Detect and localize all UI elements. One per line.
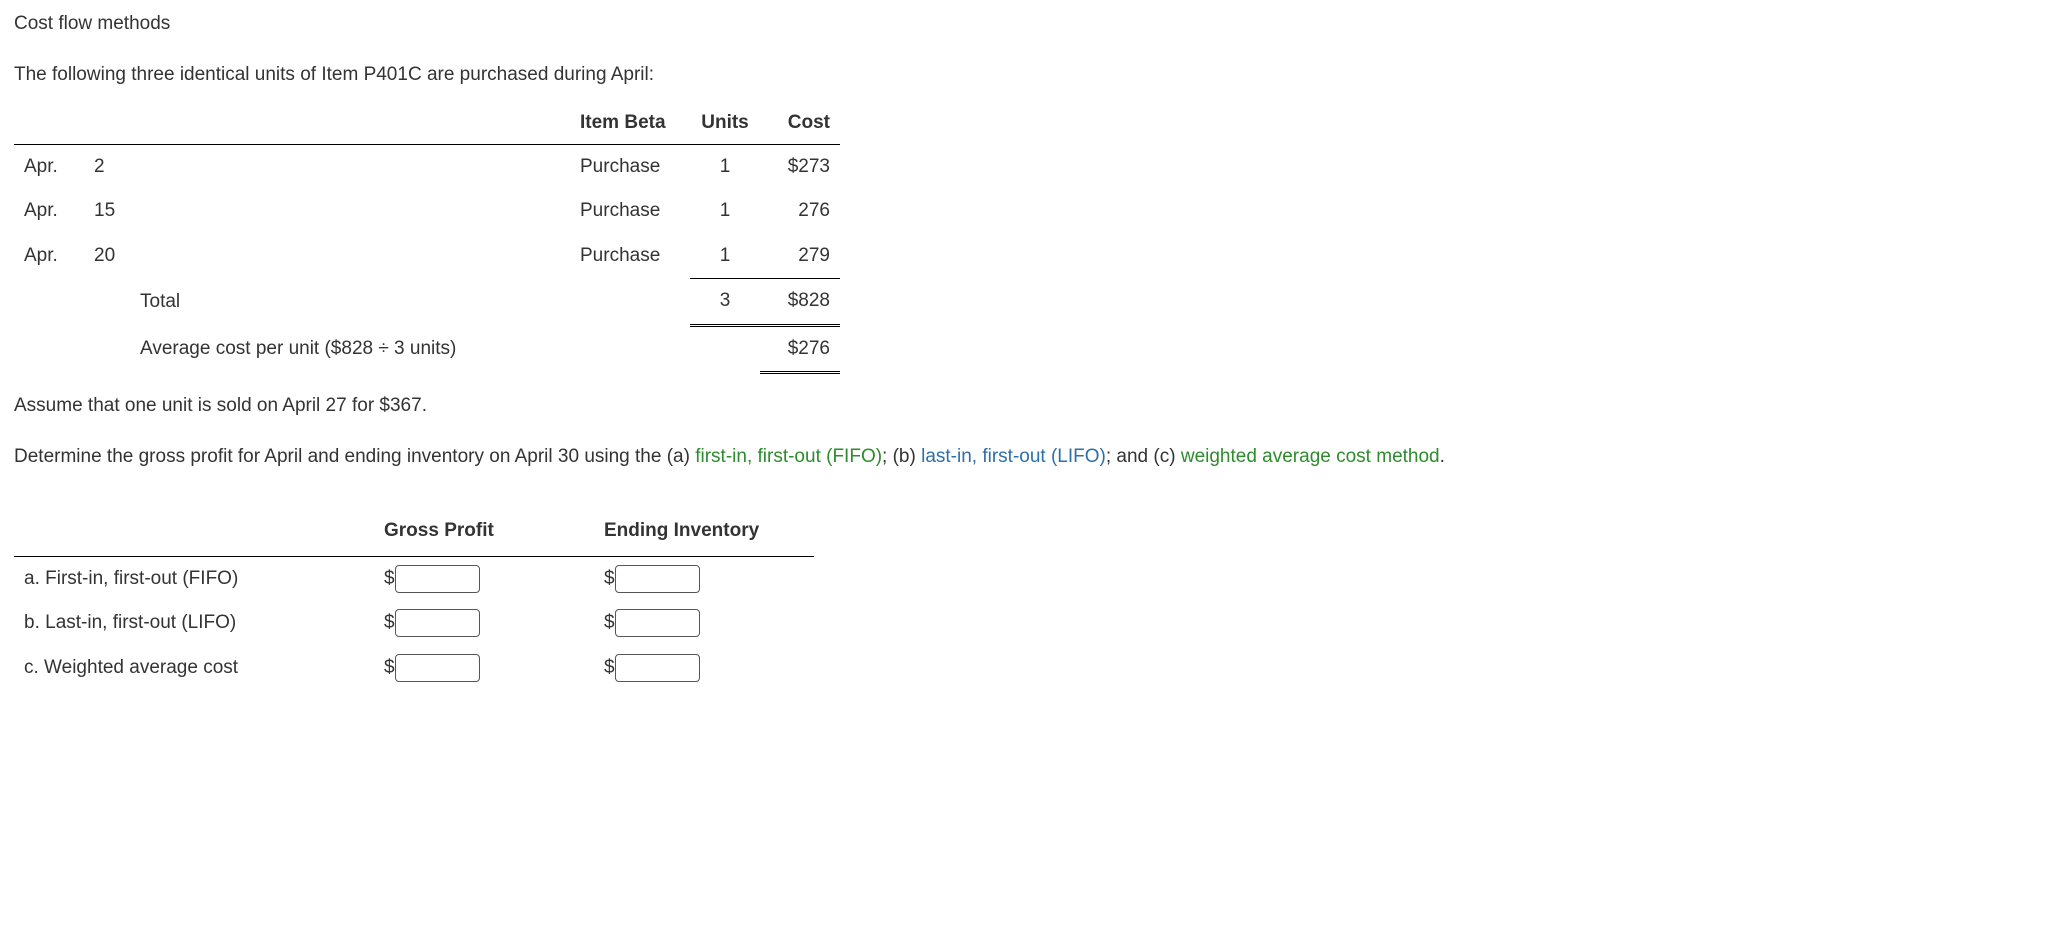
wavg-ending-inventory-field: $	[604, 654, 700, 683]
day-cell: 2	[84, 144, 570, 189]
header-ending-inventory: Ending Inventory	[594, 511, 814, 556]
table-row: Apr. 15 Purchase 1 276	[14, 189, 840, 234]
answer-row-lifo: b. Last-in, first-out (LIFO) $ $	[14, 601, 814, 646]
purchase-table: Item Beta Units Cost Apr. 2 Purchase 1 $…	[14, 103, 840, 374]
average-row: Average cost per unit ($828 ÷ 3 units) $…	[14, 325, 840, 373]
wavg-link[interactable]: weighted average cost method	[1181, 446, 1440, 467]
header-blank-1	[14, 103, 84, 144]
answer-table: Gross Profit Ending Inventory a. First-i…	[14, 511, 814, 690]
lifo-ending-inventory-field: $	[604, 609, 700, 638]
cost-cell: $273	[760, 144, 840, 189]
header-cost: Cost	[760, 103, 840, 144]
header-units: Units	[690, 103, 760, 144]
type-cell: Purchase	[570, 234, 690, 279]
currency-symbol: $	[604, 654, 615, 683]
month-cell: Apr.	[14, 234, 84, 279]
day-cell: 20	[84, 234, 570, 279]
header-blank	[14, 511, 374, 556]
currency-symbol: $	[384, 654, 395, 683]
method-label: b. Last-in, first-out (LIFO)	[14, 601, 374, 646]
prompt-part: ; and (c)	[1106, 446, 1181, 467]
prompt-part: .	[1440, 446, 1445, 467]
currency-symbol: $	[604, 609, 615, 638]
wavg-gross-profit-input[interactable]	[395, 654, 480, 682]
units-cell: 1	[690, 144, 760, 189]
blank-cell	[690, 325, 760, 373]
currency-symbol: $	[384, 565, 395, 594]
total-cost: $828	[760, 279, 840, 326]
intro-text: The following three identical units of I…	[14, 61, 2056, 90]
answer-row-wavg: c. Weighted average cost $ $	[14, 646, 814, 691]
lifo-gross-profit-field: $	[384, 609, 480, 638]
wavg-ending-inventory-input[interactable]	[615, 654, 700, 682]
currency-symbol: $	[604, 565, 615, 594]
units-cell: 1	[690, 234, 760, 279]
total-label: Total	[84, 279, 570, 326]
header-blank-2	[84, 103, 570, 144]
month-cell: Apr.	[14, 144, 84, 189]
type-cell: Purchase	[570, 144, 690, 189]
blank-cell	[14, 279, 84, 326]
total-row: Total 3 $828	[14, 279, 840, 326]
currency-symbol: $	[384, 609, 395, 638]
wavg-gross-profit-field: $	[384, 654, 480, 683]
avg-label: Average cost per unit ($828 ÷ 3 units)	[84, 325, 570, 373]
method-label: c. Weighted average cost	[14, 646, 374, 691]
fifo-link[interactable]: first-in, first-out (FIFO)	[695, 446, 882, 467]
lifo-ending-inventory-input[interactable]	[615, 609, 700, 637]
table-row: Apr. 20 Purchase 1 279	[14, 234, 840, 279]
fifo-gross-profit-input[interactable]	[395, 565, 480, 593]
prompt-part: Determine the gross profit for April and…	[14, 446, 695, 467]
units-cell: 1	[690, 189, 760, 234]
prompt-text: Determine the gross profit for April and…	[14, 443, 2056, 472]
cost-cell: 279	[760, 234, 840, 279]
prompt-part: ; (b)	[882, 446, 921, 467]
fifo-gross-profit-field: $	[384, 565, 480, 594]
lifo-gross-profit-input[interactable]	[395, 609, 480, 637]
fifo-ending-inventory-input[interactable]	[615, 565, 700, 593]
method-label: a. First-in, first-out (FIFO)	[14, 556, 374, 601]
blank-cell	[570, 325, 690, 373]
cost-cell: 276	[760, 189, 840, 234]
type-cell: Purchase	[570, 189, 690, 234]
assume-text: Assume that one unit is sold on April 27…	[14, 392, 2056, 421]
header-item: Item Beta	[570, 103, 690, 144]
lifo-link[interactable]: last-in, first-out (LIFO)	[921, 446, 1106, 467]
page-title: Cost flow methods	[14, 10, 2056, 39]
month-cell: Apr.	[14, 189, 84, 234]
table-row: Apr. 2 Purchase 1 $273	[14, 144, 840, 189]
header-gross-profit: Gross Profit	[374, 511, 594, 556]
day-cell: 15	[84, 189, 570, 234]
avg-cost: $276	[760, 325, 840, 373]
total-units: 3	[690, 279, 760, 326]
fifo-ending-inventory-field: $	[604, 565, 700, 594]
blank-cell	[14, 325, 84, 373]
answer-row-fifo: a. First-in, first-out (FIFO) $ $	[14, 556, 814, 601]
blank-cell	[570, 279, 690, 326]
